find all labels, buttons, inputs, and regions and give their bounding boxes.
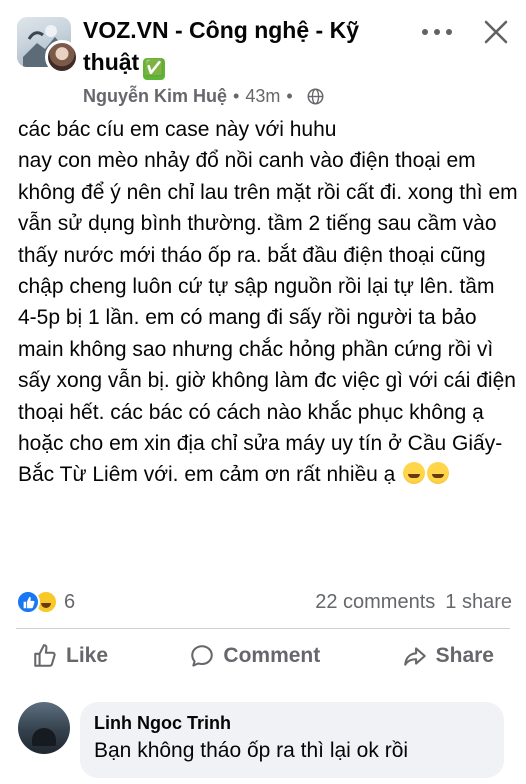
commenter-avatar[interactable]	[18, 702, 70, 754]
post-time[interactable]: 43m	[245, 86, 280, 107]
meta-separator-2: •	[286, 85, 293, 106]
group-name[interactable]: VOZ.VN - Công nghệ - Kỹ thuật	[83, 17, 359, 75]
post-header: VOZ.VN - Công nghệ - Kỹ thuật ✅ Nguyễn Ki…	[0, 0, 526, 118]
divider	[16, 628, 510, 629]
comments-count[interactable]: 22 comments	[315, 591, 435, 614]
thumbs-up-icon	[23, 596, 34, 608]
like-reaction-icon	[16, 590, 40, 614]
post-actions: Like Comment Share	[16, 637, 510, 675]
share-button[interactable]: Share	[386, 637, 510, 675]
more-options-button[interactable]	[422, 22, 452, 42]
post-author[interactable]: Nguyễn Kim Huệ	[83, 86, 227, 107]
post-text: các bác cíu em case này với huhu nay con…	[18, 118, 518, 487]
sneezing-face-emoji	[427, 462, 450, 485]
verified-check-emoji: ✅	[143, 58, 166, 80]
like-label: Like	[66, 644, 109, 667]
comment-bubble-icon	[191, 645, 214, 667]
close-icon[interactable]	[482, 18, 510, 46]
shares-count[interactable]: 1 share	[445, 591, 512, 614]
sneezing-face-emoji	[403, 462, 426, 485]
share-arrow-icon	[403, 647, 426, 666]
comment-item: Linh Ngoc Trinh Bạn không tháo ốp ra thì…	[16, 700, 516, 780]
thumbs-up-icon	[34, 644, 56, 667]
comment-author[interactable]: Linh Ngoc Trinh	[94, 711, 490, 735]
comment-label: Comment	[223, 644, 321, 667]
more-dot-icon	[446, 29, 452, 35]
group-title[interactable]: VOZ.VN - Công nghệ - Kỹ thuật ✅	[83, 14, 383, 80]
globe-icon	[307, 88, 324, 104]
comment-button[interactable]: Comment	[173, 637, 336, 675]
share-label: Share	[435, 644, 494, 667]
reactions-summary: 6 22 comments 1 share	[16, 588, 512, 616]
post-content: các bác cíu em case này với huhu nay con…	[18, 114, 518, 491]
more-dot-icon	[422, 29, 428, 35]
reaction-icons[interactable]	[16, 590, 58, 614]
more-dot-icon	[434, 29, 440, 35]
meta-separator: •	[233, 85, 240, 106]
comment-bubble[interactable]: Linh Ngoc Trinh Bạn không tháo ốp ra thì…	[80, 702, 504, 778]
engagement-counts: 22 comments 1 share	[315, 591, 512, 614]
post-meta: Nguyễn Kim Huệ • 43m •	[83, 83, 324, 109]
author-avatar[interactable]	[45, 40, 79, 74]
comment-text: Bạn không tháo ốp ra thì lại ok rồi	[94, 739, 409, 762]
like-button[interactable]: Like	[16, 637, 124, 675]
reaction-count[interactable]: 6	[64, 591, 75, 614]
